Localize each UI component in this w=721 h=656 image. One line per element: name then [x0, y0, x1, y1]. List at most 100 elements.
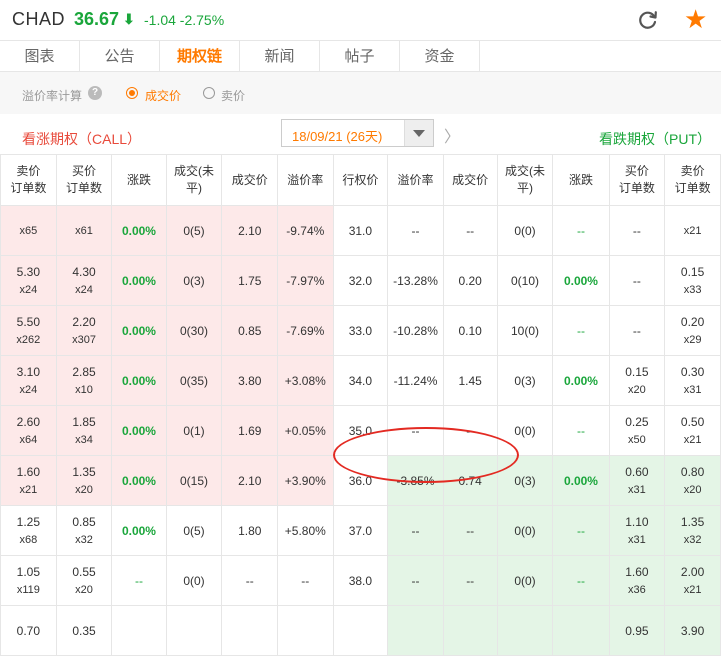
table-row[interactable]: 1.25 x68 0.85 x32 0.00% 0(5) 1.80 +5.80% 37.0 -- -… — [0, 505, 721, 556]
call-last[interactable]: 1.80 — [221, 505, 279, 556]
put-ask[interactable]: 2.00 x21 — [664, 555, 721, 606]
put-bid[interactable]: 0.60 x31 — [608, 455, 666, 506]
put-ask[interactable]: 0.30 x31 — [664, 355, 721, 406]
call-premium[interactable]: +0.05% — [277, 405, 334, 456]
strike-price[interactable]: 31.0 — [332, 205, 389, 256]
put-change[interactable]: 0.00% — [552, 455, 610, 506]
radio-label-last-price[interactable]: 成交价 — [145, 87, 181, 104]
call-ask[interactable]: 1.25 x68 — [0, 505, 57, 556]
column-header[interactable]: 成交(未平) — [165, 154, 223, 206]
column-header[interactable]: 溢价率 — [387, 154, 444, 206]
call-change[interactable]: 0.00% — [111, 355, 167, 406]
call-volume[interactable]: 0(0) — [165, 555, 223, 606]
strike-price[interactable]: 33.0 — [332, 305, 389, 356]
call-premium[interactable]: +3.08% — [277, 355, 334, 406]
tab-1[interactable]: 公告 — [80, 41, 160, 72]
tab-4[interactable]: 帖子 — [320, 41, 400, 72]
put-volume[interactable]: 0(10) — [496, 255, 554, 306]
put-change[interactable]: 0.00% — [552, 255, 610, 306]
radio-ask-price[interactable] — [203, 87, 215, 99]
put-premium[interactable]: -11.24% — [387, 355, 444, 406]
call-change[interactable] — [111, 605, 167, 656]
refresh-icon[interactable] — [637, 9, 659, 31]
put-last[interactable]: -- — [442, 555, 498, 606]
column-header[interactable]: 买价 订单数 — [55, 154, 113, 206]
put-volume[interactable]: 0(0) — [496, 205, 554, 256]
put-ask[interactable]: 0.15 x33 — [664, 255, 721, 306]
call-ask[interactable]: 5.30 x24 — [0, 255, 57, 306]
put-bid[interactable]: -- — [608, 305, 666, 356]
strike-price[interactable]: 32.0 — [332, 255, 389, 306]
put-last[interactable]: 0.10 — [442, 305, 498, 356]
strike-price[interactable]: 34.0 — [332, 355, 389, 406]
table-row[interactable]: 5.30 x24 4.30 x24 0.00% 0(3) 1.75 -7.97% 32.0 -13… — [0, 255, 721, 306]
put-volume[interactable]: 0(0) — [496, 405, 554, 456]
put-change[interactable]: 0.00% — [552, 355, 610, 406]
put-last[interactable]: -- — [442, 405, 498, 456]
tab-0[interactable]: 图表 — [0, 41, 80, 72]
radio-last-price[interactable] — [126, 87, 138, 99]
put-bid[interactable]: 0.95 — [608, 605, 666, 656]
call-bid[interactable]: 0.35 — [55, 605, 113, 656]
put-bid[interactable]: 1.60 x36 — [608, 555, 666, 606]
call-change[interactable]: 0.00% — [111, 505, 167, 556]
put-ask[interactable]: 0.20 x29 — [664, 305, 721, 356]
call-volume[interactable]: 0(3) — [165, 255, 223, 306]
put-ask[interactable]: x21 — [664, 205, 721, 256]
chevron-down-icon[interactable] — [404, 120, 433, 146]
call-change[interactable]: 0.00% — [111, 405, 167, 456]
call-premium[interactable]: -7.97% — [277, 255, 334, 306]
call-change[interactable]: -- — [111, 555, 167, 606]
call-bid[interactable]: 1.35 x20 — [55, 455, 113, 506]
put-bid[interactable]: -- — [608, 205, 666, 256]
call-last[interactable]: 1.69 — [221, 405, 279, 456]
table-row[interactable]: 5.50 x262 2.20 x307 0.00% 0(30) 0.85 -7.69% 33.0… — [0, 305, 721, 356]
put-volume[interactable]: 0(0) — [496, 505, 554, 556]
put-premium[interactable] — [387, 605, 444, 656]
call-bid[interactable]: 1.85 x34 — [55, 405, 113, 456]
put-premium[interactable]: -- — [387, 205, 444, 256]
star-icon[interactable]: ★ — [684, 4, 707, 34]
call-premium[interactable]: -9.74% — [277, 205, 334, 256]
put-premium[interactable]: -13.28% — [387, 255, 444, 306]
put-bid[interactable]: 1.10 x31 — [608, 505, 666, 556]
column-header[interactable]: 成交价 — [442, 154, 498, 206]
put-last[interactable] — [442, 605, 498, 656]
call-bid[interactable]: 4.30 x24 — [55, 255, 113, 306]
table-row[interactable]: 0.70 0.35 0.95 3.90 — [0, 605, 721, 656]
call-bid[interactable]: x61 — [55, 205, 113, 256]
call-last[interactable]: 2.10 — [221, 205, 279, 256]
table-row[interactable]: 1.60 x21 1.35 x20 0.00% 0(15) 2.10 +3.90% 36.0 -3… — [0, 455, 721, 506]
put-change[interactable]: -- — [552, 505, 610, 556]
tab-3[interactable]: 新闻 — [240, 41, 320, 72]
call-last[interactable]: -- — [221, 555, 279, 606]
call-volume[interactable]: 0(30) — [165, 305, 223, 356]
put-premium[interactable]: -10.28% — [387, 305, 444, 356]
call-ask[interactable]: 1.60 x21 — [0, 455, 57, 506]
strike-price[interactable]: 35.0 — [332, 405, 389, 456]
chevron-right-icon[interactable]: 〉 — [444, 123, 460, 147]
put-volume[interactable]: 0(0) — [496, 555, 554, 606]
put-premium[interactable]: -3.85% — [387, 455, 444, 506]
table-row[interactable]: 1.05 x119 0.55 x20 -- 0(0) -- -- 38.0 -- -- 0(0) -- 1… — [0, 555, 721, 606]
call-ask[interactable]: 0.70 — [0, 605, 57, 656]
call-premium[interactable]: +3.90% — [277, 455, 334, 506]
column-header[interactable]: 涨跌 — [552, 154, 610, 206]
tab-5[interactable]: 资金 — [400, 41, 480, 72]
put-premium[interactable]: -- — [387, 405, 444, 456]
put-volume[interactable]: 0(3) — [496, 455, 554, 506]
call-bid[interactable]: 2.20 x307 — [55, 305, 113, 356]
call-bid[interactable]: 2.85 x10 — [55, 355, 113, 406]
call-change[interactable]: 0.00% — [111, 455, 167, 506]
column-header[interactable]: 买价 订单数 — [608, 154, 666, 206]
help-icon[interactable]: ? — [88, 86, 102, 100]
column-header[interactable]: 成交价 — [221, 154, 279, 206]
table-row[interactable]: x65 x61 0.00% 0(5) 2.10 -9.74% 31.0 -- -- 0(0) -- -… — [0, 205, 721, 256]
call-volume[interactable]: 0(5) — [165, 505, 223, 556]
call-last[interactable]: 1.75 — [221, 255, 279, 306]
call-change[interactable]: 0.00% — [111, 305, 167, 356]
strike-price[interactable] — [332, 605, 389, 656]
put-bid[interactable]: -- — [608, 255, 666, 306]
put-change[interactable]: -- — [552, 555, 610, 606]
put-volume[interactable]: 0(3) — [496, 355, 554, 406]
